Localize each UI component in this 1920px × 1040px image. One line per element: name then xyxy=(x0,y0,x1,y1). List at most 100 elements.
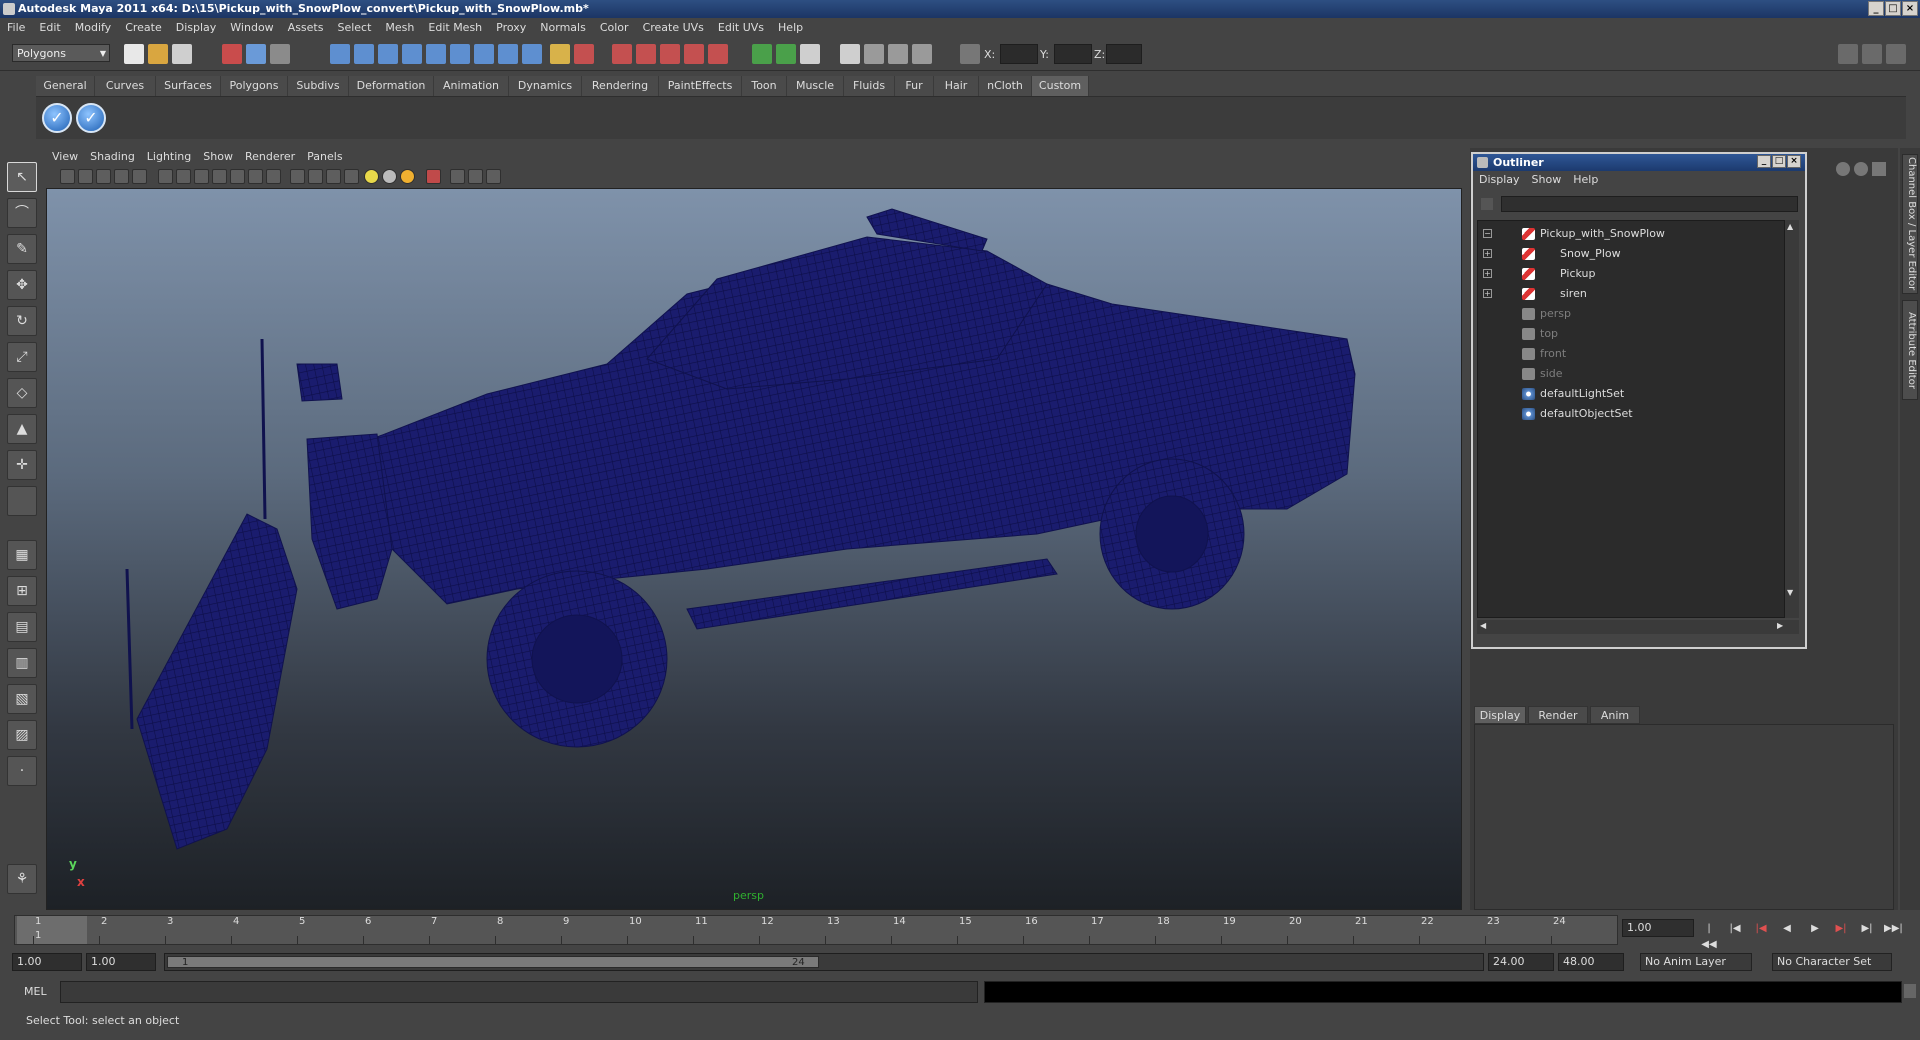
expand-icon[interactable]: + xyxy=(1483,249,1492,258)
shelf-tab-general[interactable]: General xyxy=(36,76,95,96)
go-to-end-button[interactable]: ▶▶| xyxy=(1884,921,1903,937)
menu-set-dropdown[interactable]: Polygons ▼ xyxy=(12,44,110,62)
two-d-transform-icon[interactable] xyxy=(486,169,501,184)
menu-create[interactable]: Create xyxy=(118,18,169,38)
close-button[interactable]: × xyxy=(1902,1,1918,16)
viewport-menu-renderer[interactable]: Renderer xyxy=(239,148,301,166)
outliner-close-button[interactable]: × xyxy=(1787,155,1801,168)
perspective-viewport[interactable]: y x persp xyxy=(46,188,1462,910)
textured-icon[interactable] xyxy=(344,169,359,184)
minimize-button[interactable]: _ xyxy=(1868,1,1884,16)
select-dynamics-icon[interactable] xyxy=(474,44,494,64)
move-tool-icon[interactable]: ✥ xyxy=(7,270,37,300)
construction-history-icon[interactable] xyxy=(800,44,820,64)
menu-edit-uvs[interactable]: Edit UVs xyxy=(711,18,771,38)
grid-toggle-icon[interactable] xyxy=(158,169,173,184)
resolution-gate-icon[interactable] xyxy=(194,169,209,184)
menu-mesh[interactable]: Mesh xyxy=(378,18,421,38)
collapse-icon[interactable]: − xyxy=(1483,229,1492,238)
viewport-menu-view[interactable]: View xyxy=(46,148,84,166)
script-editor-icon[interactable] xyxy=(1904,984,1916,998)
viewport-menu-panels[interactable]: Panels xyxy=(301,148,348,166)
shelf-tab-deformation[interactable]: Deformation xyxy=(349,76,434,96)
new-scene-icon[interactable] xyxy=(124,44,144,64)
output-ops-icon[interactable] xyxy=(776,44,796,64)
custom-shelf-check-button-1[interactable]: ✓ xyxy=(42,103,72,133)
menu-edit[interactable]: Edit xyxy=(32,18,67,38)
lasso-tool-icon[interactable]: ⌒ xyxy=(7,198,37,228)
shelf-tab-fluids[interactable]: Fluids xyxy=(844,76,895,96)
step-back-frame-button[interactable]: |◀ xyxy=(1726,921,1744,937)
single-pane-layout-icon[interactable]: ▦ xyxy=(7,540,37,570)
play-backwards-button[interactable]: ◀ xyxy=(1778,921,1796,937)
layer-tab-anim[interactable]: Anim xyxy=(1590,706,1640,724)
menu-assets[interactable]: Assets xyxy=(281,18,331,38)
outliner-menu-help[interactable]: Help xyxy=(1567,171,1604,189)
outliner-item[interactable]: front xyxy=(1478,345,1778,363)
z-field[interactable] xyxy=(1106,44,1142,64)
smooth-shade-icon[interactable] xyxy=(308,169,323,184)
viewport-menu-show[interactable]: Show xyxy=(197,148,239,166)
layout-options-icon[interactable]: · xyxy=(7,756,37,786)
shelf-tab-animation[interactable]: Animation xyxy=(434,76,509,96)
shelf-tab-dynamics[interactable]: Dynamics xyxy=(509,76,582,96)
shadows-icon[interactable] xyxy=(400,169,415,184)
high-quality-icon[interactable] xyxy=(468,169,483,184)
menu-color[interactable]: Color xyxy=(593,18,636,38)
lock-selection-icon[interactable] xyxy=(330,44,350,64)
persp-graph-hypergraph-layout-icon[interactable]: ▨ xyxy=(7,720,37,750)
expand-icon[interactable]: + xyxy=(1483,289,1492,298)
xray-icon[interactable] xyxy=(426,169,441,184)
all-lights-icon[interactable] xyxy=(382,169,397,184)
select-rendering-icon[interactable] xyxy=(498,44,518,64)
gate-mask-icon[interactable] xyxy=(212,169,227,184)
anim-layer-dropdown[interactable]: No Anim Layer xyxy=(1640,953,1752,971)
shelf-tab-ncloth[interactable]: nCloth xyxy=(979,76,1032,96)
snap-point-icon[interactable] xyxy=(660,44,680,64)
scroll-up-icon[interactable]: ▲ xyxy=(1787,222,1793,231)
camera-attributes-icon[interactable] xyxy=(78,169,93,184)
input-ops-icon[interactable] xyxy=(752,44,772,64)
time-slider-track[interactable]: 1 1 2 3 4 5 6 7 8 9 10 11 12 13 14 15 16 17 18 19 20 21 22 23 2… xyxy=(14,915,1618,945)
highlight-selection-icon[interactable] xyxy=(574,44,594,64)
shelf-tab-custom[interactable]: Custom xyxy=(1032,76,1089,96)
menu-file[interactable]: File xyxy=(0,18,32,38)
lock-icon[interactable] xyxy=(550,44,570,64)
scroll-right-icon[interactable]: ▶ xyxy=(1777,621,1783,630)
shelf-tab-subdivs[interactable]: Subdivs xyxy=(288,76,349,96)
current-frame-field[interactable]: 1.00 xyxy=(1622,919,1694,937)
render-frame-icon[interactable] xyxy=(864,44,884,64)
shelf-tab-polygons[interactable]: Polygons xyxy=(221,76,288,96)
menu-normals[interactable]: Normals xyxy=(533,18,593,38)
outliner-menu-display[interactable]: Display xyxy=(1473,171,1526,189)
render-view-icon[interactable] xyxy=(840,44,860,64)
snap-grid-icon[interactable] xyxy=(612,44,632,64)
select-surfaces-icon[interactable] xyxy=(426,44,446,64)
command-input[interactable] xyxy=(60,981,978,1003)
make-live-icon[interactable] xyxy=(708,44,728,64)
expand-icon[interactable]: + xyxy=(1483,269,1492,278)
render-settings-icon[interactable] xyxy=(912,44,932,64)
outliner-menu-show[interactable]: Show xyxy=(1526,171,1568,189)
outliner-item[interactable]: + Pickup xyxy=(1478,265,1778,283)
command-language-toggle[interactable]: MEL xyxy=(24,983,47,1001)
animation-end-field[interactable]: 48.00 xyxy=(1558,953,1624,971)
default-lights-icon[interactable] xyxy=(364,169,379,184)
menu-create-uvs[interactable]: Create UVs xyxy=(636,18,711,38)
range-slider[interactable]: 1 24 xyxy=(164,953,1484,971)
last-tool-icon[interactable] xyxy=(7,486,37,516)
select-handles-icon[interactable] xyxy=(354,44,374,64)
outliner-maximize-button[interactable]: □ xyxy=(1772,155,1786,168)
step-forward-key-button[interactable]: ▶| xyxy=(1832,921,1850,937)
outliner-minimize-button[interactable]: _ xyxy=(1757,155,1771,168)
outliner-filter-input[interactable] xyxy=(1501,196,1798,212)
shelf-tab-curves[interactable]: Curves xyxy=(95,76,156,96)
channel-box-tool-icon[interactable] xyxy=(1872,162,1886,176)
viewport-menu-shading[interactable]: Shading xyxy=(84,148,141,166)
safe-title-icon[interactable] xyxy=(266,169,281,184)
menu-window[interactable]: Window xyxy=(223,18,280,38)
soft-mod-tool-icon[interactable]: ▲ xyxy=(7,414,37,444)
filter-options-icon[interactable] xyxy=(1481,198,1493,210)
toggle-tool-settings-icon[interactable] xyxy=(1862,44,1882,64)
shelf-tab-rendering[interactable]: Rendering xyxy=(582,76,659,96)
